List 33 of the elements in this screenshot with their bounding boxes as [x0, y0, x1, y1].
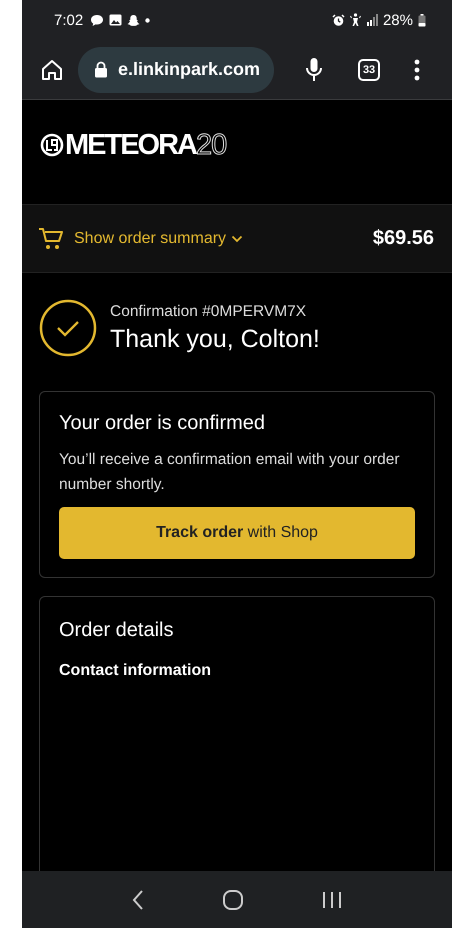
signal-icon — [366, 14, 378, 26]
status-time: 7:02 — [54, 12, 84, 28]
chevron-icon — [231, 234, 244, 242]
check-circle-icon — [39, 299, 97, 357]
home-icon[interactable] — [40, 58, 64, 82]
image-icon — [109, 14, 122, 26]
ghost-icon — [127, 14, 140, 26]
card-title: Order details — [59, 619, 174, 642]
order-summary-toggle[interactable]: Show order summary — [74, 230, 244, 248]
cart-icon[interactable] — [38, 226, 64, 250]
battery-icon — [418, 14, 426, 26]
confirmation-number: Confirmation #0MPERVM7X — [110, 302, 308, 320]
track-order-button[interactable]: Track order with Shop — [59, 507, 415, 559]
home-button-icon[interactable] — [222, 888, 244, 910]
battery-level: 28% — [382, 12, 413, 28]
lock-icon — [94, 61, 108, 78]
microphone-icon[interactable] — [304, 56, 324, 82]
thank-you-heading: Thank you, Colton! — [110, 324, 320, 354]
order-total: $69.56 — [372, 227, 434, 250]
back-icon[interactable] — [130, 888, 145, 910]
more-menu-icon[interactable] — [414, 58, 420, 80]
address-bar[interactable]: e.linkinpark.com — [78, 46, 274, 92]
dot-icon — [145, 18, 150, 22]
tab-count-button[interactable]: 33 — [358, 58, 380, 80]
signal-person-icon — [350, 13, 361, 27]
alarm-clock-icon — [332, 14, 345, 26]
card-text: You’ll receive a confirmation email with your order number shortly. — [59, 450, 401, 495]
logo[interactable]: METEORA20 — [40, 128, 226, 162]
card-title: Your order is confirmed — [59, 412, 266, 435]
badge-icon — [40, 133, 64, 157]
recent-apps-icon[interactable] — [321, 890, 344, 910]
chat-bubble-icon — [90, 14, 104, 26]
section-heading: Contact information — [59, 662, 212, 680]
